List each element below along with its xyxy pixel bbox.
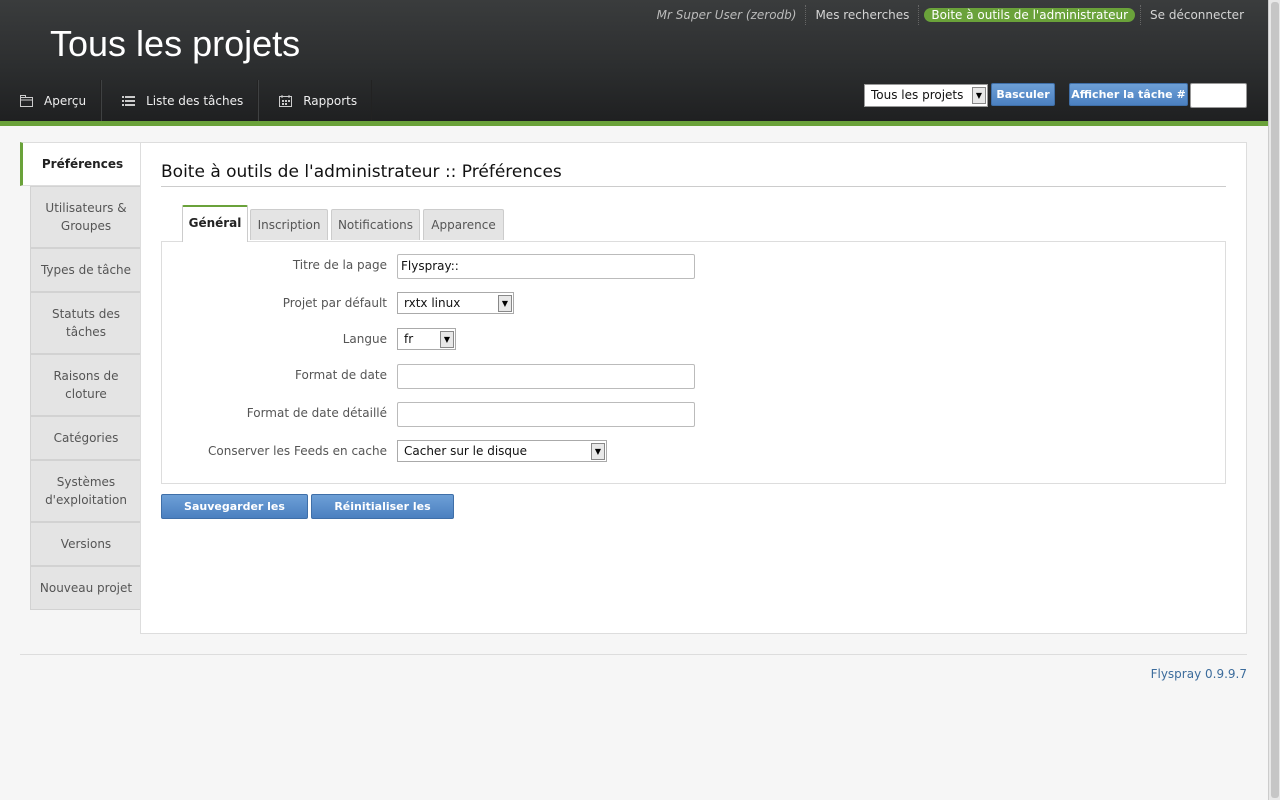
- row-page-title: Titre de la page Flyspray::: [162, 254, 1227, 279]
- switch-project-button[interactable]: Basculer: [991, 83, 1055, 106]
- date-format-input[interactable]: [397, 364, 695, 389]
- section-heading: Boite à outils de l'administrateur :: Pr…: [161, 162, 562, 182]
- header: Mr Super User (zerodb) Mes recherches Bo…: [0, 0, 1268, 121]
- logout-link[interactable]: Se déconnecter: [1140, 5, 1253, 25]
- current-user: Mr Super User (zerodb): [656, 8, 797, 22]
- sidebar-item-preferences[interactable]: Préférences: [20, 142, 142, 186]
- user-bar: Mr Super User (zerodb) Mes recherches Bo…: [648, 5, 1253, 25]
- nav-reports[interactable]: Rapports: [258, 80, 373, 121]
- sidebar-item-versions[interactable]: Versions: [30, 522, 141, 566]
- heading-divider: [161, 186, 1226, 187]
- scrollbar-thumb[interactable]: [1271, 2, 1279, 798]
- row-default-project: Projet par défault rxtx linux ▼: [162, 292, 1227, 317]
- default-project-label: Projet par défault: [282, 296, 387, 310]
- row-date-format-detailed: Format de date détaillé: [162, 402, 1227, 427]
- row-feed-cache: Conserver les Feeds en cache Cacher sur …: [162, 440, 1227, 465]
- sidebar-item-users-groups[interactable]: Utilisateurs & Groupes: [30, 186, 141, 248]
- chevron-down-icon: ▼: [972, 87, 986, 104]
- nav-reports-label: Rapports: [303, 93, 358, 108]
- footer-version-link[interactable]: Flyspray 0.9.9.7: [1151, 667, 1247, 681]
- page-title-label: Titre de la page: [292, 258, 387, 272]
- language-select[interactable]: fr ▼: [397, 328, 456, 350]
- nav-tasklist-label: Liste des tâches: [146, 93, 244, 108]
- row-date-format: Format de date: [162, 364, 1227, 389]
- task-id-input[interactable]: [1190, 83, 1247, 108]
- calendar-icon: [279, 94, 293, 107]
- save-options-button[interactable]: Sauvegarder les options: [161, 494, 308, 536]
- nav-overview[interactable]: Aperçu: [0, 80, 102, 121]
- main-nav: Aperçu Liste des tâches Rapports: [0, 80, 373, 121]
- language-value: fr: [404, 332, 414, 346]
- default-project-select[interactable]: rxtx linux ▼: [397, 292, 514, 314]
- admin-toolbox-wrap: Boite à outils de l'administrateur: [918, 5, 1140, 25]
- tab-notifications[interactable]: Notifications: [331, 209, 420, 240]
- language-label: Langue: [342, 332, 387, 346]
- project-select-value: Tous les projets: [871, 88, 964, 102]
- sidebar-item-task-statuses[interactable]: Statuts des tâches: [30, 292, 141, 354]
- nav-overview-label: Aperçu: [44, 93, 87, 108]
- row-language: Langue fr ▼: [162, 328, 1227, 353]
- project-select[interactable]: Tous les projets ▼: [864, 84, 988, 107]
- header-accent-bar: [0, 121, 1268, 126]
- admin-toolbox-link[interactable]: Boite à outils de l'administrateur: [924, 8, 1136, 22]
- reset-options-button[interactable]: Réinitialiser les options: [311, 494, 454, 536]
- date-format-detailed-label: Format de date détaillé: [246, 406, 387, 420]
- feed-cache-select[interactable]: Cacher sur le disque ▼: [397, 440, 607, 462]
- main-panel: Boite à outils de l'administrateur :: Pr…: [140, 142, 1247, 634]
- sidebar-item-task-types[interactable]: Types de tâche: [30, 248, 141, 292]
- my-searches-link[interactable]: Mes recherches: [805, 5, 918, 25]
- date-format-detailed-input[interactable]: [397, 402, 695, 427]
- chevron-down-icon: ▼: [440, 331, 454, 348]
- page-title: Tous les projets: [50, 23, 301, 64]
- default-project-value: rxtx linux: [404, 296, 461, 310]
- sidebar-item-operating-systems[interactable]: Systèmes d'exploitation: [30, 460, 141, 522]
- footer-divider: [20, 654, 1247, 655]
- tab-registration[interactable]: Inscription: [250, 209, 328, 240]
- feed-cache-value: Cacher sur le disque: [404, 444, 528, 458]
- chevron-down-icon: ▼: [498, 295, 512, 312]
- nav-tasklist[interactable]: Liste des tâches: [101, 80, 259, 121]
- vertical-scrollbar[interactable]: [1268, 0, 1280, 800]
- sidebar-item-new-project[interactable]: Nouveau projet: [30, 566, 141, 610]
- sidebar-item-close-reasons[interactable]: Raisons de cloture: [30, 354, 141, 416]
- date-format-label: Format de date: [295, 368, 387, 382]
- folder-icon: [20, 94, 34, 107]
- tab-general[interactable]: Général: [182, 205, 248, 242]
- sidebar-item-categories[interactable]: Catégories: [30, 416, 141, 460]
- tab-content: Titre de la page Flyspray:: Projet par d…: [161, 241, 1226, 484]
- page-title-input[interactable]: Flyspray::: [397, 254, 695, 279]
- feed-cache-label: Conserver les Feeds en cache: [208, 444, 387, 458]
- show-task-button[interactable]: Afficher la tâche #: [1069, 83, 1188, 106]
- chevron-down-icon: ▼: [591, 443, 605, 460]
- tab-appearance[interactable]: Apparence: [423, 209, 504, 240]
- list-icon: [122, 95, 136, 107]
